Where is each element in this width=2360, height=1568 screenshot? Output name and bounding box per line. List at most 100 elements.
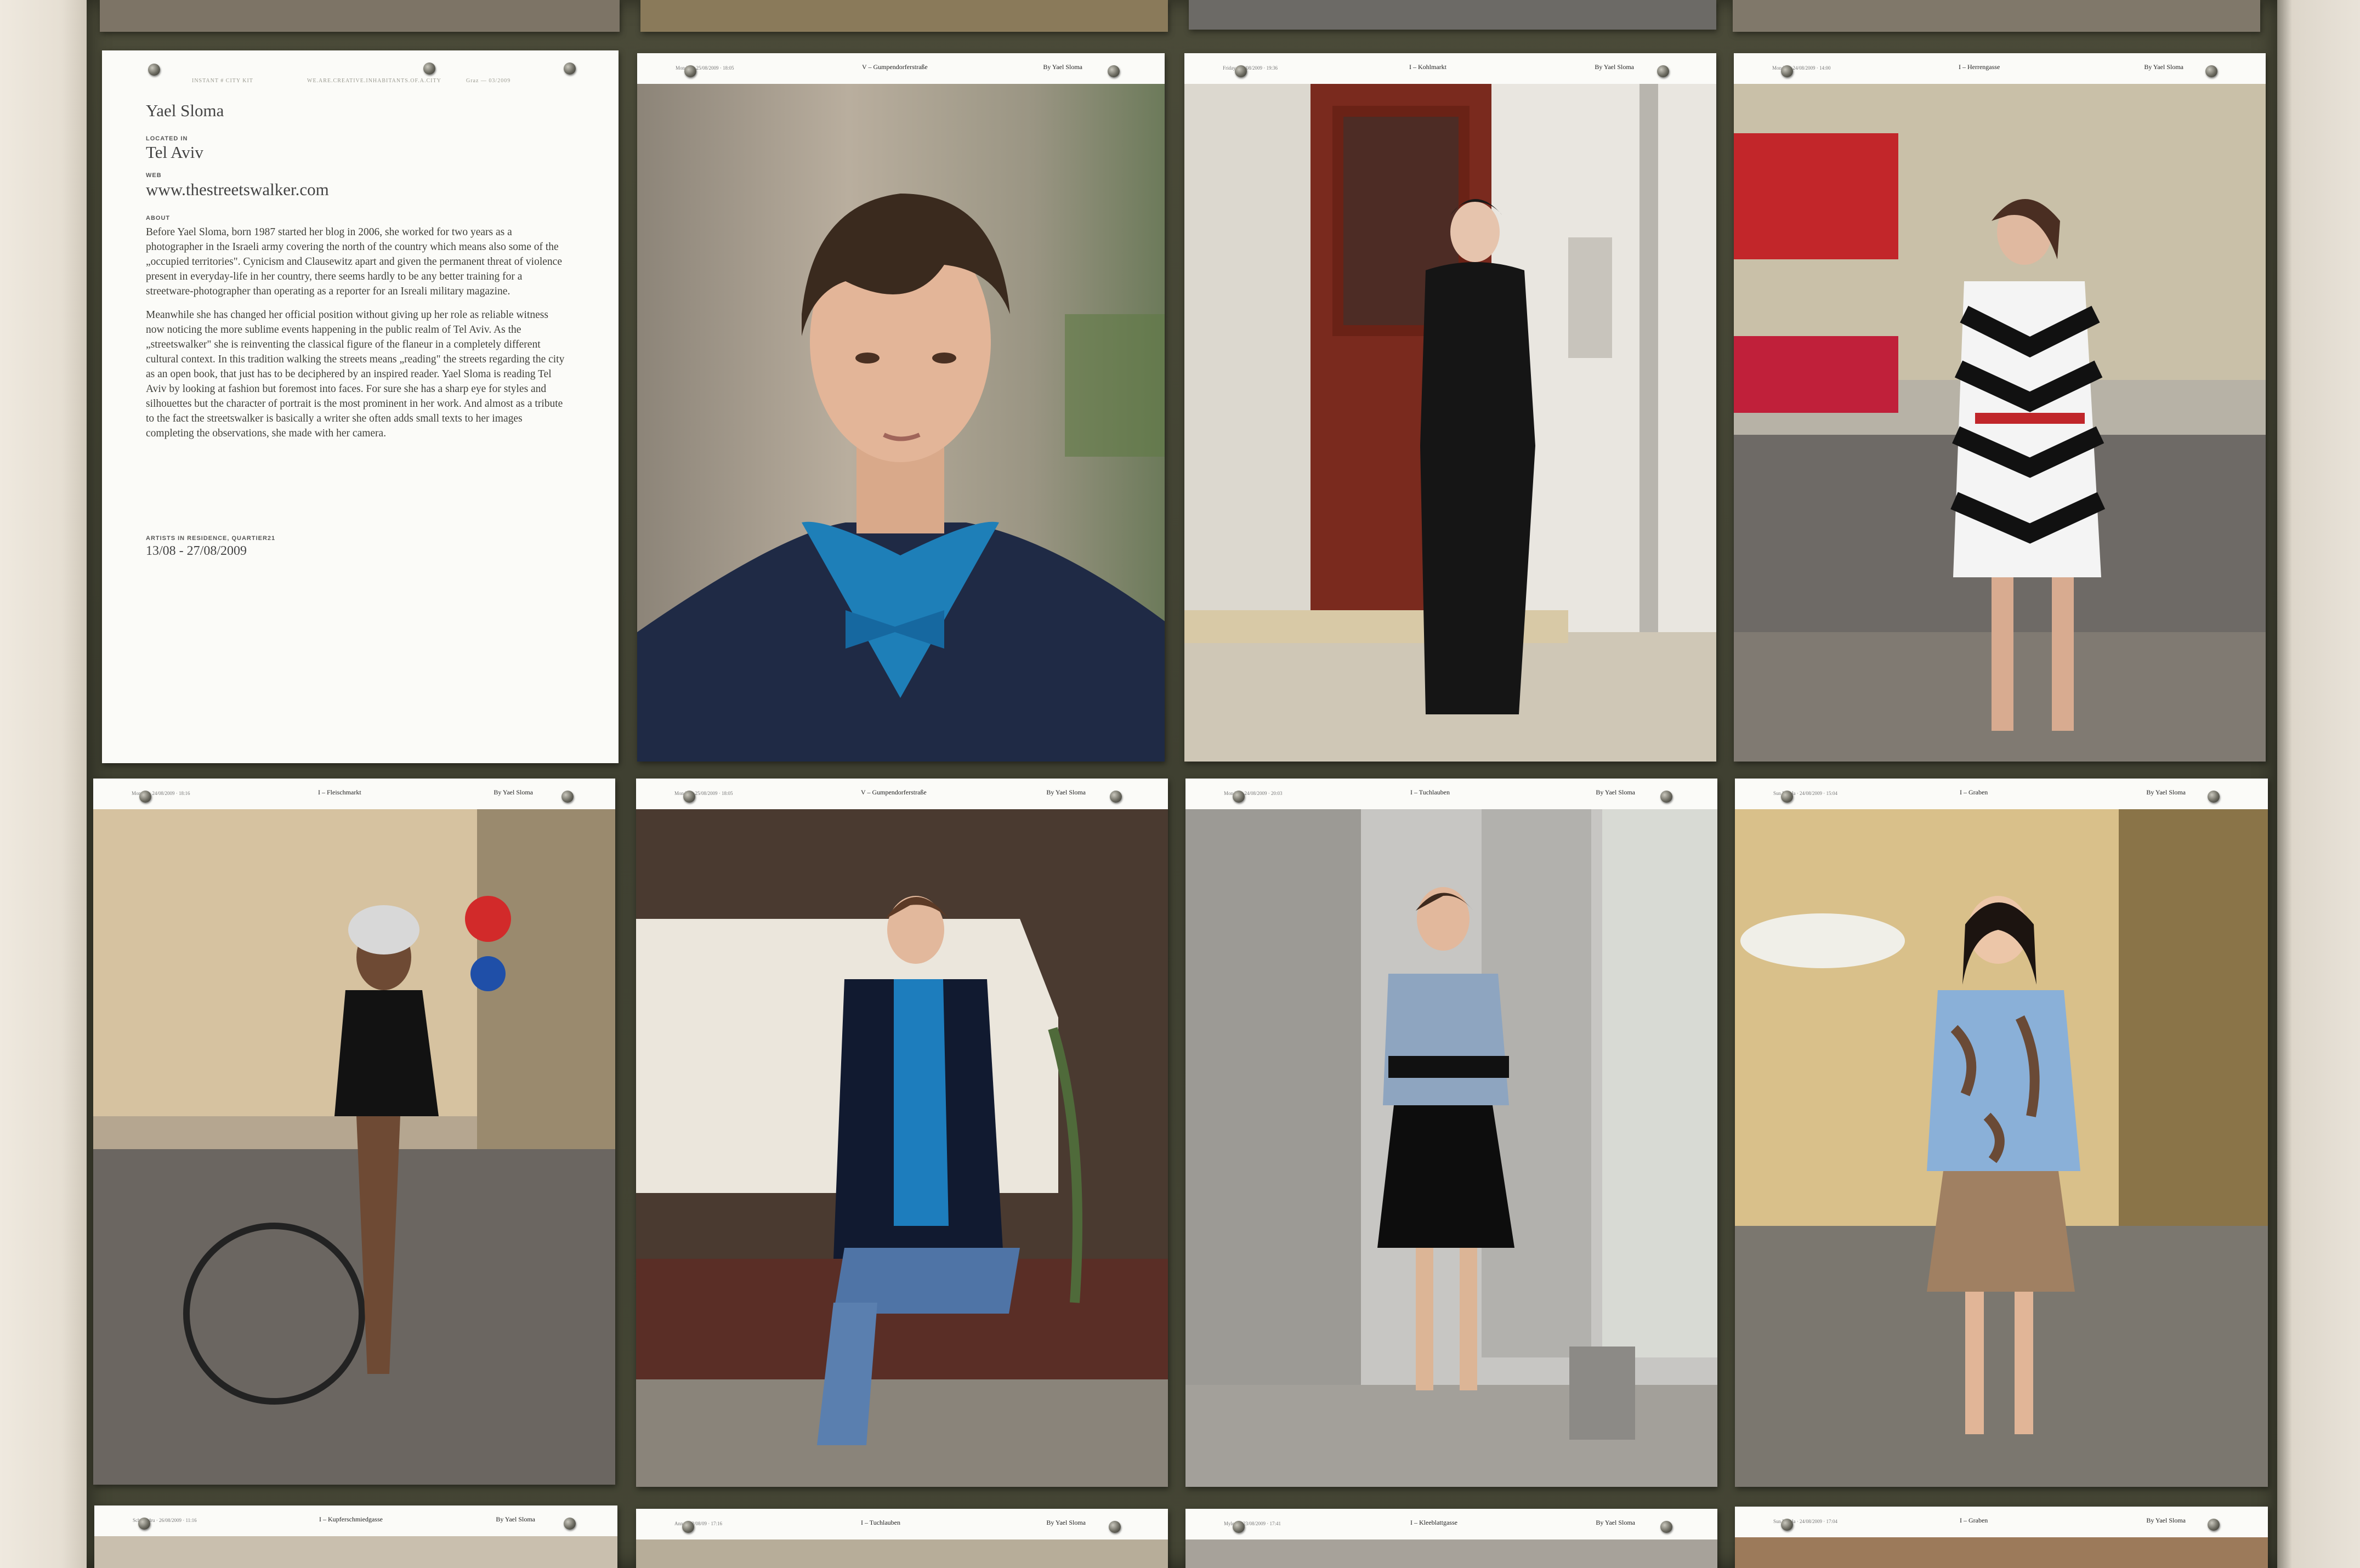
caption-place: I – Kupferschmiedgasse [319,1515,383,1523]
photo-sheet: Monday · 24/08/2009 · 14:00 I – Herrenga… [1734,53,2266,762]
pin [138,1518,150,1530]
pin [423,63,435,75]
sheet-header-mid: WE.ARE.CREATIVE.INHABITANTS.OF.A.CITY [307,78,441,84]
caption-byline: By Yael Sloma [493,788,533,796]
portrait-photo [637,84,1165,762]
pin [1657,65,1669,77]
street-photo [1184,84,1716,762]
caption-strip: Monday · 24/08/2009 · 14:00 I – Herrenga… [1734,53,2266,84]
seated-portrait-photo [636,809,1168,1487]
caption-byline: By Yael Sloma [1043,63,1082,71]
artist-name: Yael Sloma [146,101,224,120]
caption-strip: Anna · 22/08/09 · 17:16 I – Tuchlauben B… [636,1509,1168,1539]
pin [1781,791,1793,803]
caption-strip: Monday · 24/08/2009 · 20:03 I – Tuchlaub… [1185,779,1717,809]
street-photo [94,1536,617,1568]
pin [1660,791,1672,803]
about-text: Before Yael Sloma, born 1987 started her… [146,225,568,450]
pin [1781,1519,1793,1531]
photo-sheet: Monday · 24/08/2009 · 18:16 I – Fleischm… [93,779,615,1485]
photo-sheet: Sun Mei Ja · 24/08/2009 · 15:04 I – Grab… [1735,779,2268,1487]
pin [2208,1519,2220,1531]
pin [561,791,574,803]
caption-strip: Friday · 21/08/2009 · 19:36 I – Kohlmark… [1184,53,1716,84]
residence-label: ARTISTS IN RESIDENCE, QUARTIER21 [146,535,276,542]
caption-place: I – Fleischmarkt [318,788,361,796]
photo-sheet-top-4 [1733,0,2260,32]
sheet-header-right: Graz — 03/2009 [466,78,511,84]
artist-info-sheet: INSTANT # CITY KIT WE.ARE.CREATIVE.INHAB… [102,50,619,763]
pin [1109,1521,1121,1533]
pin [148,64,160,76]
caption-byline: By Yael Sloma [1596,788,1635,796]
wall-right [2277,0,2360,1568]
floral-blouse-photo [1735,809,2268,1487]
caption-place: V – Gumpendorferstraße [861,788,927,796]
caption-byline: By Yael Sloma [1046,788,1086,796]
residence-dates: 13/08 - 27/08/2009 [146,544,247,558]
photo-sheet: Friday · 21/08/2009 · 19:36 I – Kohlmark… [1184,53,1716,762]
photo-sheet-top-3 [1189,0,1716,30]
sheet-header-left: INSTANT # CITY KIT [192,78,253,84]
located-label: LOCATED IN [146,135,188,142]
caption-place: I – Graben [1960,1516,1988,1524]
pin [2205,65,2217,77]
pin [1233,1521,1245,1533]
caption-byline: By Yael Sloma [2144,63,2183,71]
caption-strip: Schwandru · 26/08/2009 · 11:16 I – Kupfe… [94,1505,617,1536]
caption-place: V – Gumpendorferstraße [862,63,928,71]
street-photo [1735,809,2268,1487]
pin [1781,65,1793,77]
pin [1233,791,1245,803]
caption-strip: Sun Mei Ja · 24/08/2009 · 15:04 I – Grab… [1735,779,2268,809]
photo-sheet: Anna · 22/08/09 · 17:16 I – Tuchlauben B… [636,1509,1168,1568]
cyclist-photo [93,809,615,1485]
building-facade-photo [1185,809,1717,1487]
caption-place: I – Herrengasse [1959,63,2000,71]
street-photo [1185,1539,1717,1568]
pin [564,1518,576,1530]
caption-strip: Sun Mei Ja · 24/08/2009 · 17:04 I – Grab… [1735,1507,2268,1537]
caption-byline: By Yael Sloma [496,1515,535,1523]
about-paragraph-1: Before Yael Sloma, born 1987 started her… [146,226,562,297]
caption-strip: Mylene · 23/08/2009 · 17:41 I – Kleeblat… [1185,1509,1717,1539]
pin [2208,791,2220,803]
street-photo [636,1539,1168,1568]
photo-sheet-top-1 [100,0,620,32]
caption-byline: By Yael Sloma [1595,63,1634,71]
wall-left [0,0,88,1568]
photo-sheet: Monday · 25/08/2009 · 18:05 V – Gumpendo… [636,779,1168,1487]
pin [1108,65,1120,77]
caption-strip: Monday · 25/08/2009 · 18:05 V – Gumpendo… [636,779,1168,809]
caption-place: I – Graben [1960,788,1988,796]
web-value: www.thestreetswalker.com [146,180,329,199]
photo-sheet: Schwandru · 26/08/2009 · 11:16 I – Kupfe… [94,1505,617,1568]
caption-byline: By Yael Sloma [2146,1516,2186,1524]
photo-sheet: Monday · 24/08/2009 · 20:03 I – Tuchlaub… [1185,779,1717,1487]
street-photo [1185,809,1717,1487]
pin [682,1521,694,1533]
caption-place: I – Tuchlauben [1410,788,1450,796]
pin [564,63,576,75]
pin [1110,791,1122,803]
photo-sheet-top-2 [640,0,1168,32]
photo-sheet: Monday · 25/08/2009 · 18:05 V – Gumpendo… [637,53,1165,762]
caption-byline: By Yael Sloma [1596,1519,1635,1526]
caption-byline: By Yael Sloma [2146,788,2186,796]
photo-sheet: Sun Mei Ja · 24/08/2009 · 17:04 I – Grab… [1735,1507,2268,1568]
about-label: ABOUT [146,215,171,221]
caption-date: Anna · 22/08/09 · 17:16 [674,1521,722,1526]
pin [1235,65,1247,77]
street-scene-photo [1734,84,2266,762]
street-photo [637,84,1165,762]
caption-date: Friday · 21/08/2009 · 19:36 [1223,65,1278,71]
pin [1660,1521,1672,1533]
caption-place: I – Kleeblattgasse [1410,1519,1457,1526]
web-label: WEB [146,172,162,179]
street-photo [636,809,1168,1487]
caption-strip: Monday · 24/08/2009 · 18:16 I – Fleischm… [93,779,615,809]
street-photo [1734,84,2266,762]
pin [683,791,695,803]
caption-place: I – Kohlmarkt [1409,63,1446,71]
doorway-photo [1184,84,1716,762]
